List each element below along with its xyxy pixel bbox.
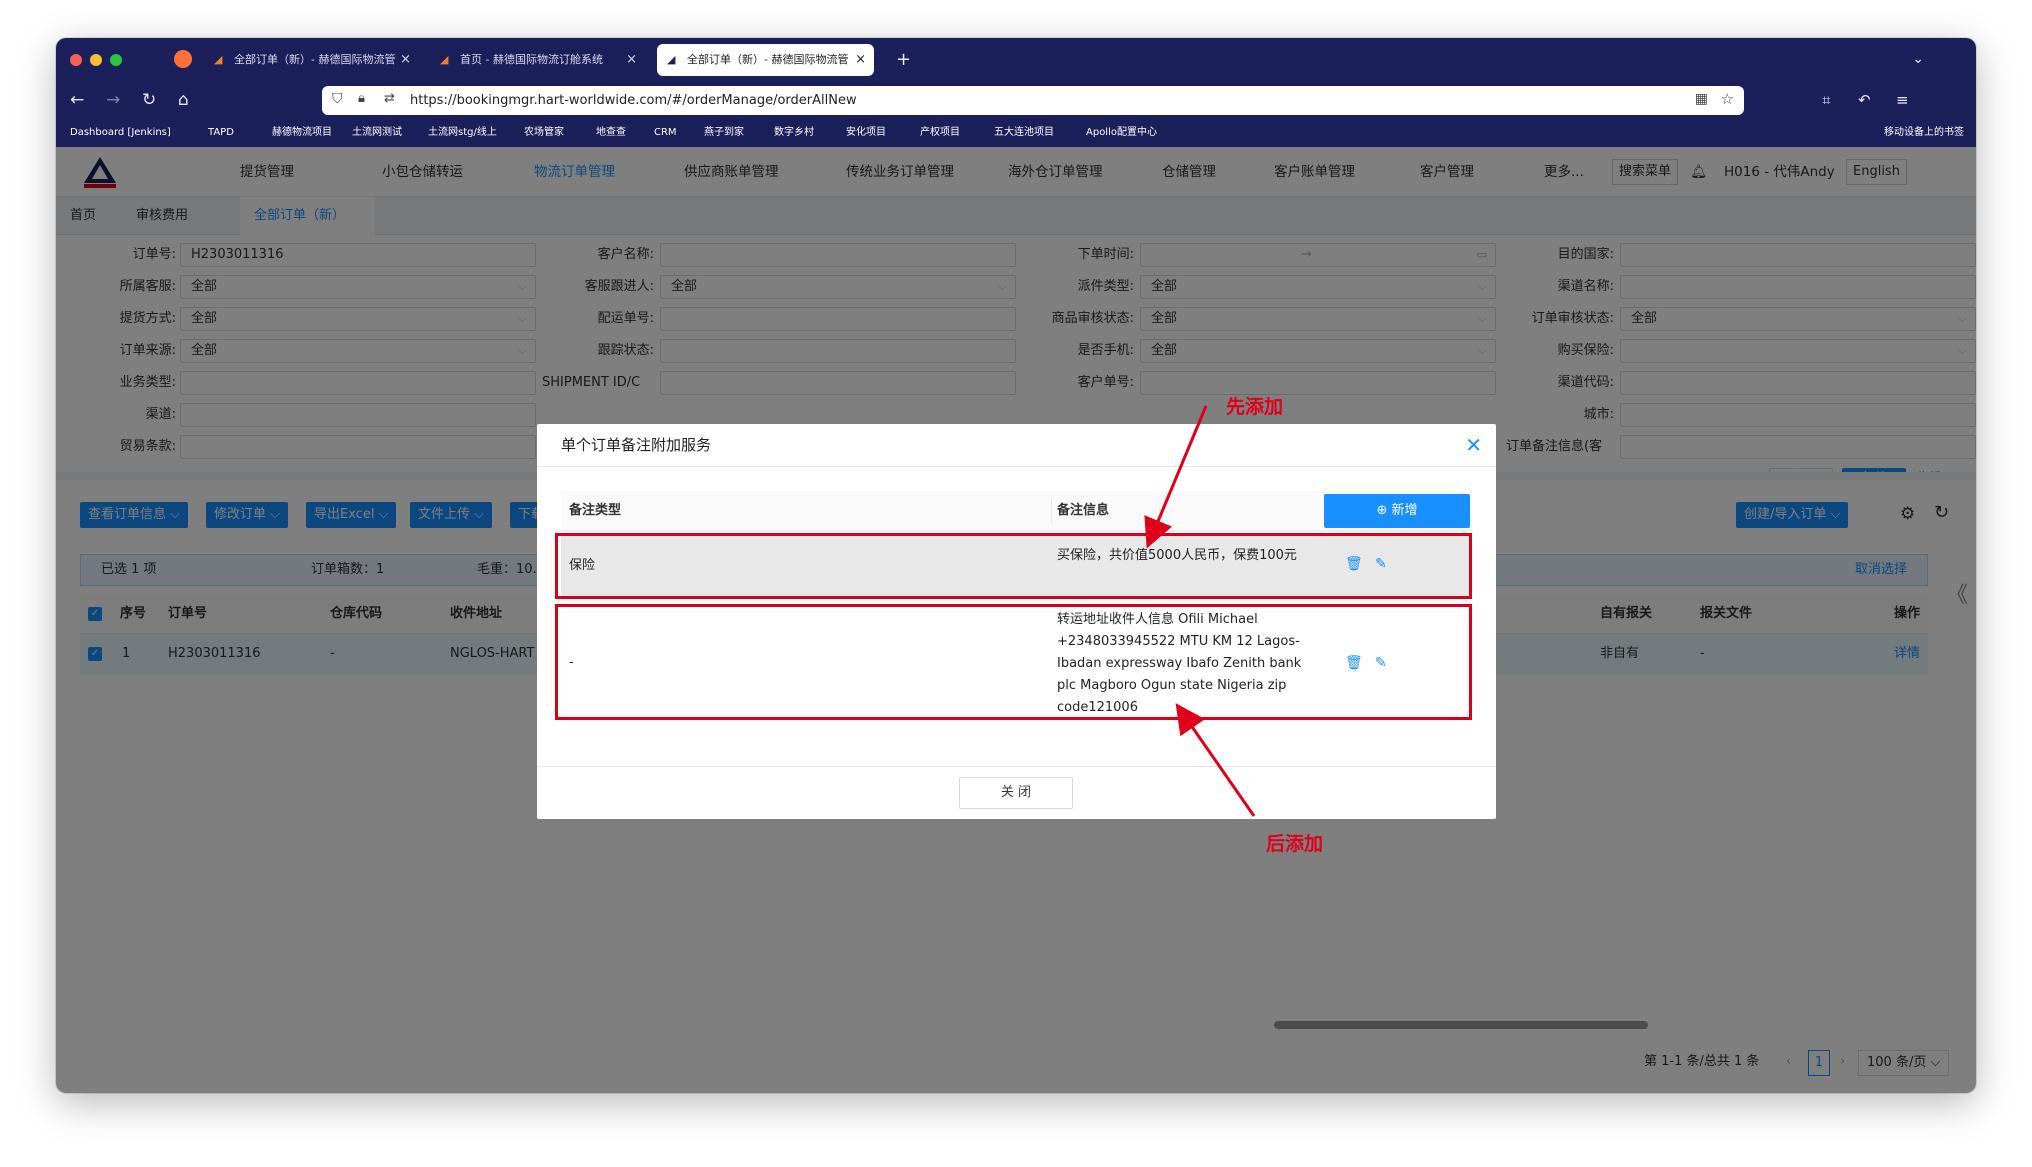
address-bar[interactable]: ⛉ 🔒︎ ⇄ https://bookingmgr.hart-worldwide…: [322, 86, 1744, 115]
bookmark-folder[interactable]: 产权项目: [920, 119, 960, 147]
reload-icon[interactable]: ↻: [142, 89, 156, 111]
bookmark-folder[interactable]: 土流网stg/线上: [428, 119, 497, 147]
close-button[interactable]: 关 闭: [959, 777, 1073, 809]
lock-icon: 🔒︎: [358, 91, 365, 106]
bookmark-folder[interactable]: 五大连池项目: [994, 119, 1054, 147]
bookmark-folder[interactable]: 地查查: [596, 119, 626, 147]
browser-window: ◢ 全部订单（新）- 赫德国际物流管 × ◢ 首页 - 赫德国际物流订舱系统 ×…: [56, 38, 1976, 1093]
browser-nav-bar: ← → ↻ ⌂ ⛉ 🔒︎ ⇄ https://bookingmgr.hart-w…: [56, 81, 1976, 119]
bookmark-jenkins[interactable]: Dashboard [Jenkins]: [70, 119, 171, 147]
bookmarks-bar: Dashboard [Jenkins] TAPD 赫德物流项目 土流网测试 土流…: [56, 119, 1976, 147]
crop-icon[interactable]: ⌗: [1822, 89, 1830, 111]
hart-favicon-icon: ◢: [440, 53, 449, 66]
minimize-window-button[interactable]: [90, 54, 102, 66]
tab-list-chevron-icon[interactable]: ⌄: [1912, 38, 1924, 81]
annotation-first: 先添加: [1226, 396, 1284, 418]
close-icon[interactable]: ✕: [1465, 424, 1482, 467]
remark-service-modal: 单个订单备注附加服务 ✕ 备注类型 备注信息 ⊕ 新增 保险 买保险，共价值50…: [537, 424, 1496, 819]
close-window-button[interactable]: [70, 54, 82, 66]
bookmark-mobile[interactable]: 移动设备上的书签: [1884, 119, 1964, 147]
browser-tab-2[interactable]: ◢ 首页 - 赫德国际物流订舱系统 ×: [430, 44, 645, 76]
bookmark-folder[interactable]: CRM: [654, 119, 677, 147]
add-button-label: 新增: [1391, 503, 1418, 518]
column-divider: [1051, 499, 1052, 523]
highlight-box-first: [555, 533, 1472, 599]
new-tab-button[interactable]: +: [896, 38, 911, 81]
bookmark-tapd[interactable]: TAPD: [208, 119, 234, 147]
highlight-box-later: [555, 604, 1472, 720]
maximize-window-button[interactable]: [110, 54, 122, 66]
qr-code-icon[interactable]: ▦: [1695, 91, 1708, 107]
bookmark-star-icon[interactable]: ☆: [1721, 90, 1734, 108]
col-remark-info: 备注信息: [1057, 503, 1110, 518]
close-tab-icon[interactable]: ×: [626, 44, 637, 76]
undo-icon[interactable]: ↶: [1858, 89, 1871, 111]
browser-tab-label: 全部订单（新）- 赫德国际物流管: [234, 53, 396, 66]
bookmark-folder[interactable]: 土流网测试: [352, 119, 402, 147]
url-text: https://bookingmgr.hart-worldwide.com/#/…: [410, 93, 857, 108]
col-remark-type: 备注类型: [569, 503, 622, 518]
browser-tab-label: 首页 - 赫德国际物流订舱系统: [460, 53, 603, 66]
bookmark-folder[interactable]: 农场管家: [524, 119, 564, 147]
bookmark-folder[interactable]: 燕子到家: [704, 119, 744, 147]
bookmark-folder[interactable]: 数字乡村: [774, 119, 814, 147]
bookmark-apollo[interactable]: Apollo配置中心: [1086, 119, 1157, 147]
modal-title: 单个订单备注附加服务: [537, 424, 1496, 467]
bookmark-folder[interactable]: 赫德物流项目: [272, 119, 332, 147]
add-button[interactable]: ⊕ 新增: [1324, 494, 1470, 528]
forward-arrow-icon[interactable]: →: [106, 89, 120, 111]
modal-title-text: 单个订单备注附加服务: [561, 436, 712, 454]
close-tab-icon[interactable]: ×: [855, 44, 866, 76]
menu-icon[interactable]: ≡: [1896, 89, 1909, 111]
permissions-icon: ⇄: [384, 91, 395, 106]
back-arrow-icon[interactable]: ←: [70, 89, 84, 111]
annotation-later: 后添加: [1266, 833, 1324, 855]
browser-tab-3[interactable]: ◢ 全部订单（新）- 赫德国际物流管 ×: [657, 44, 874, 76]
home-icon[interactable]: ⌂: [178, 89, 189, 111]
bookmark-folder[interactable]: 安化项目: [846, 119, 886, 147]
shield-icon: ⛉: [332, 91, 343, 107]
browser-tab-label: 全部订单（新）- 赫德国际物流管: [687, 53, 849, 66]
plus-circle-icon: ⊕: [1376, 503, 1388, 518]
hart-favicon-icon: ◢: [667, 53, 676, 66]
browser-tab-1[interactable]: ◢ 全部订单（新）- 赫德国际物流管 ×: [204, 44, 419, 76]
browser-tab-bar: ◢ 全部订单（新）- 赫德国际物流管 × ◢ 首页 - 赫德国际物流订舱系统 ×…: [56, 38, 1976, 81]
firefox-icon: [174, 50, 192, 68]
hart-favicon-icon: ◢: [214, 53, 223, 66]
close-tab-icon[interactable]: ×: [400, 44, 411, 76]
modal-footer-divider: [537, 766, 1496, 767]
